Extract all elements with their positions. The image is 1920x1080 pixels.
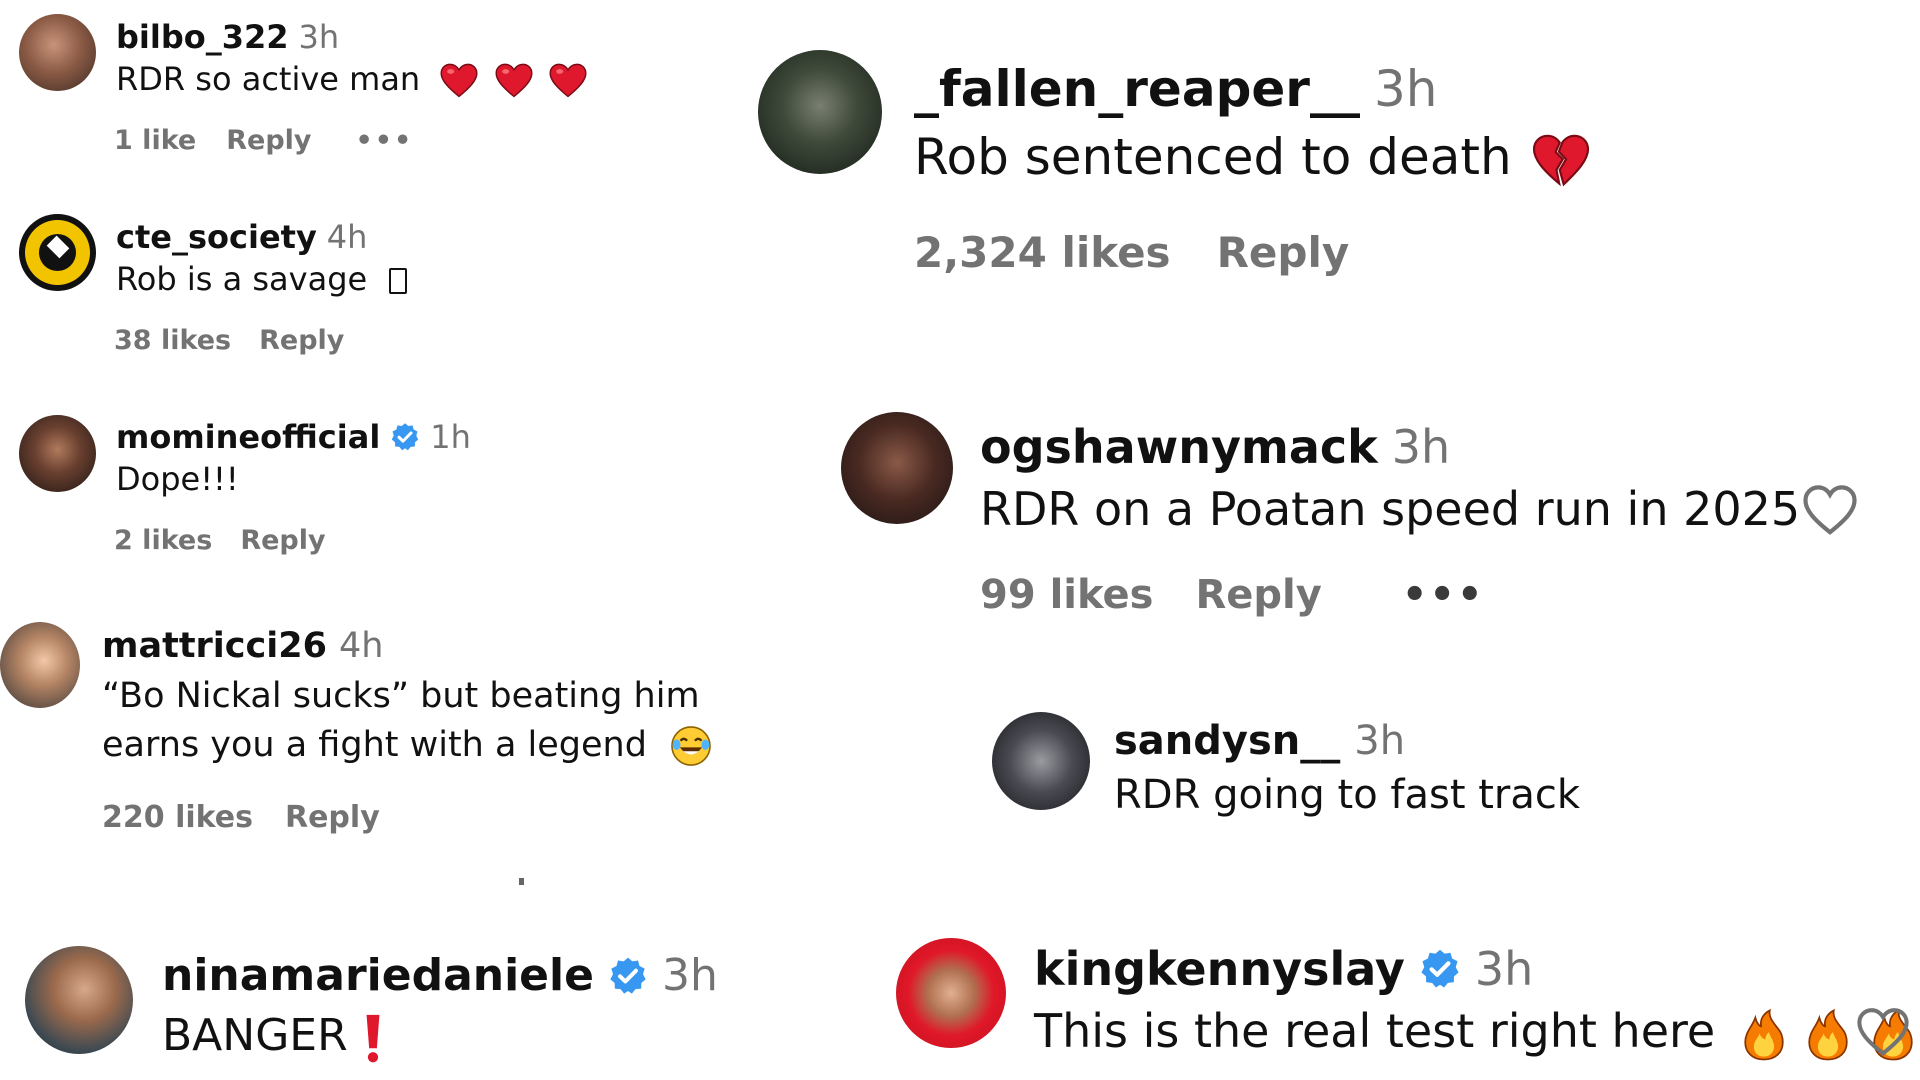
comment-text: BANGER	[162, 1010, 382, 1064]
reply-button[interactable]: Reply	[226, 125, 311, 156]
avatar[interactable]	[841, 412, 953, 524]
red-heart-icon	[440, 63, 478, 99]
missing-glyph-icon	[389, 268, 408, 294]
timestamp: 4h	[339, 626, 384, 666]
username[interactable]: ninamariedaniele	[162, 950, 594, 1001]
avatar[interactable]	[758, 50, 882, 174]
comment-text: Rob sentenced to death	[914, 128, 1590, 188]
timestamp: 3h	[1474, 942, 1534, 996]
comment-text: RDR on a Poatan speed run in 2025	[980, 482, 1801, 536]
username[interactable]: ogshawnymack	[980, 420, 1378, 474]
avatar[interactable]	[0, 622, 80, 708]
avatar[interactable]	[19, 14, 96, 91]
comment-text: RDR going to fast track	[1114, 772, 1581, 818]
verified-badge-icon	[608, 956, 648, 996]
red-heart-icon	[495, 63, 533, 99]
username[interactable]: momineofficial	[116, 418, 380, 456]
reply-button[interactable]: Reply	[240, 525, 325, 556]
exclamation-icon	[364, 1012, 382, 1064]
comment-text: RDR so active man	[116, 60, 587, 99]
stray-dot	[519, 878, 524, 885]
fire-icon	[1806, 1009, 1850, 1061]
more-options-button[interactable]: •••	[356, 125, 414, 156]
like-count[interactable]: 38 likes	[114, 325, 231, 356]
verified-badge-icon	[390, 422, 420, 452]
username[interactable]: kingkennyslay	[1034, 942, 1405, 996]
like-count[interactable]: 220 likes	[102, 800, 253, 835]
comment-text: Rob is a savage	[116, 260, 408, 298]
timestamp: 3h	[1354, 718, 1406, 764]
username[interactable]: bilbo_322	[116, 18, 289, 56]
broken-heart-icon	[1532, 134, 1590, 188]
reply-button[interactable]: Reply	[1217, 228, 1350, 277]
comment-text: Dope!!!	[116, 460, 239, 498]
comment-text-line-1: “Bo Nickal sucks” but beating him	[102, 676, 700, 716]
like-count[interactable]: 1 like	[114, 125, 196, 156]
timestamp: 3h	[298, 18, 340, 56]
reply-button[interactable]: Reply	[1195, 572, 1321, 618]
username[interactable]: cte_society	[116, 218, 317, 256]
username[interactable]: _fallen_reaper__	[914, 60, 1360, 118]
like-count[interactable]: 99 likes	[980, 572, 1153, 618]
username[interactable]: mattricci26	[102, 626, 327, 666]
like-count[interactable]: 2 likes	[114, 525, 212, 556]
avatar[interactable]	[896, 938, 1006, 1048]
like-count[interactable]: 2,324 likes	[914, 228, 1171, 277]
timestamp: 3h	[661, 950, 718, 1001]
timestamp: 1h	[430, 418, 471, 456]
more-options-button[interactable]: •••	[1402, 572, 1485, 618]
avatar[interactable]	[25, 946, 133, 1054]
avatar[interactable]	[992, 712, 1090, 810]
verified-badge-icon	[1419, 948, 1461, 990]
timestamp: 4h	[326, 218, 368, 256]
tears-of-joy-icon	[670, 725, 712, 767]
timestamp: 3h	[1391, 420, 1451, 474]
comment-text: This is the real test right here	[1034, 1004, 1915, 1061]
username[interactable]: sandysn__	[1114, 718, 1340, 764]
reply-button[interactable]: Reply	[259, 325, 344, 356]
red-heart-icon	[549, 63, 587, 99]
like-heart-icon[interactable]	[1802, 484, 1858, 536]
avatar[interactable]	[19, 214, 96, 291]
reply-button[interactable]: Reply	[285, 800, 380, 835]
comment-text-line-2: earns you a fight with a legend	[102, 725, 712, 767]
like-heart-icon[interactable]	[1856, 1007, 1910, 1057]
timestamp: 3h	[1373, 60, 1438, 118]
avatar[interactable]	[19, 415, 96, 492]
fire-icon	[1742, 1009, 1786, 1061]
